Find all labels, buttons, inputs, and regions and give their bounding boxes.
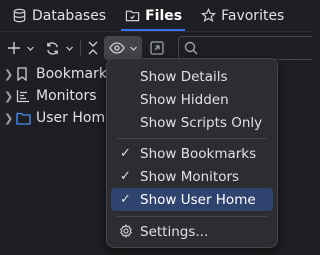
add-button[interactable]	[3, 38, 39, 58]
menu-item-settings[interactable]: Settings...	[111, 220, 273, 243]
menu-item-show-scripts-only[interactable]: Show Scripts Only	[111, 111, 273, 134]
file-browser-panel: Databases Files Favorites ❯ Bookmarks ❯ …	[0, 0, 312, 255]
tree-item-monitors[interactable]: ❯ Monitors	[0, 85, 120, 107]
menu-item-label: Show Hidden	[140, 91, 229, 108]
tab-label: Files	[145, 7, 183, 24]
tab-bar: Databases Files Favorites	[0, 0, 312, 31]
chevron-right-icon[interactable]: ❯	[0, 68, 16, 81]
tab-label: Favorites	[221, 7, 285, 24]
chevron-right-icon[interactable]: ❯	[0, 112, 16, 125]
menu-item-label: Show Bookmarks	[140, 145, 257, 162]
collapse-all-button[interactable]	[84, 38, 102, 58]
tab-databases[interactable]: Databases	[0, 0, 113, 31]
menu-separator	[117, 216, 267, 217]
menu-item-show-hidden[interactable]: Show Hidden	[111, 88, 273, 111]
check-icon: ✓	[120, 146, 131, 161]
database-icon	[13, 8, 26, 23]
refresh-icon	[46, 41, 58, 55]
menu-item-show-details[interactable]: Show Details	[111, 65, 273, 88]
check-icon: ✓	[120, 169, 131, 184]
refresh-button[interactable]	[41, 38, 77, 58]
check-icon: ✓	[120, 192, 131, 207]
tree-item-label: User Home	[36, 110, 114, 126]
tab-favorites[interactable]: Favorites	[189, 0, 291, 31]
eye-icon	[108, 42, 125, 54]
folder-icon	[16, 112, 36, 125]
menu-item-label: Show Monitors	[140, 168, 240, 185]
chevron-right-icon[interactable]: ❯	[0, 90, 16, 103]
open-in-icon	[150, 41, 164, 55]
tree-item-label: Bookmarks	[36, 66, 115, 82]
chevron-down-icon	[65, 46, 73, 51]
menu-item-show-bookmarks[interactable]: ✓ Show Bookmarks	[111, 142, 273, 165]
chevron-down-icon	[129, 46, 137, 51]
collapse-icon	[88, 41, 98, 55]
tab-files[interactable]: Files	[113, 0, 189, 31]
search-input[interactable]	[203, 39, 303, 57]
plus-icon	[8, 42, 20, 54]
toolbar-divider	[80, 40, 81, 56]
folder-icon	[125, 10, 140, 22]
menu-item-label: Show User Home	[140, 191, 256, 208]
menu-item-label: Show Scripts Only	[140, 114, 263, 131]
menu-item-show-monitors[interactable]: ✓ Show Monitors	[111, 165, 273, 188]
file-tree: ❯ Bookmarks ❯ Monitors ❯ User Home	[0, 63, 120, 129]
view-options-menu: Show Details Show Hidden Show Scripts On…	[106, 58, 278, 248]
tree-item-label: Monitors	[36, 88, 97, 104]
search-field[interactable]	[178, 36, 312, 60]
star-icon	[201, 8, 217, 23]
tree-item-bookmarks[interactable]: ❯ Bookmarks	[0, 63, 120, 85]
tree-item-user-home[interactable]: ❯ User Home	[0, 107, 120, 129]
view-options-button[interactable]	[104, 36, 142, 60]
tab-label: Databases	[32, 7, 107, 24]
bookmark-icon	[16, 67, 36, 81]
gear-icon	[111, 221, 140, 242]
menu-item-label: Settings...	[140, 223, 209, 240]
menu-item-show-user-home[interactable]: ✓ Show User Home	[111, 188, 273, 211]
menu-item-label: Show Details	[140, 68, 228, 85]
chevron-down-icon	[27, 46, 34, 51]
open-in-button[interactable]	[147, 38, 167, 58]
menu-separator	[117, 138, 267, 139]
search-icon	[184, 41, 198, 55]
chart-icon	[16, 89, 36, 103]
